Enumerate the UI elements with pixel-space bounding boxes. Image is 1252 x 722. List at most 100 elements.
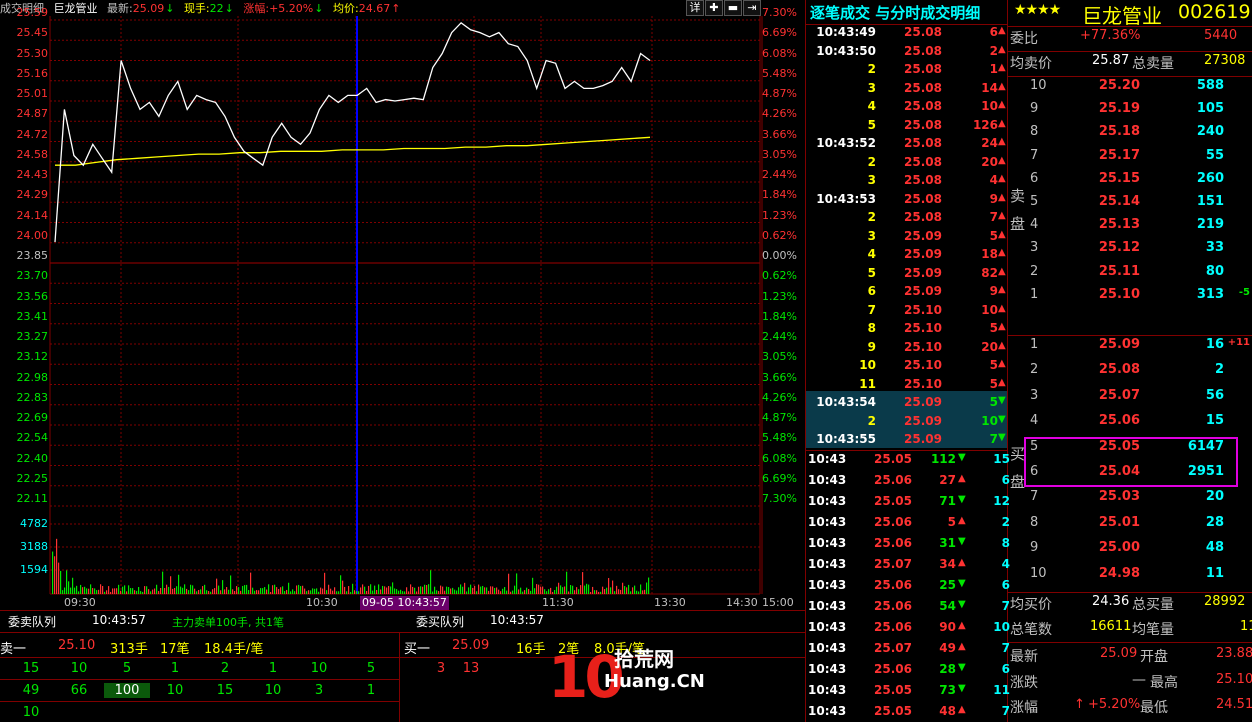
volume-bar [410, 584, 412, 594]
volume-bar [438, 591, 440, 594]
price-axis-label: 22.40 [16, 451, 49, 465]
pct-axis-label: 0.00% [762, 249, 797, 262]
order-volume: 2 [1214, 362, 1224, 378]
order-price: 25.11 [1098, 263, 1140, 279]
tick-row: 10:43:50 25.08 2 ▲ [806, 44, 1007, 62]
volume-bar [170, 576, 172, 594]
volume-bar [148, 589, 150, 594]
zoom-out-button[interactable]: ▬ [724, 0, 742, 16]
sell-order-row: 9 25.19 105 [1008, 101, 1252, 124]
volume-bar [532, 577, 534, 594]
sell-order-row: 1 25.10 313 -5 [1008, 287, 1252, 310]
minute-row: 10:43 25.06 90 ▲ 10 [806, 620, 1010, 641]
order-volume: 20 [1205, 489, 1224, 505]
volume-bar [638, 591, 640, 594]
volume-bar [254, 590, 256, 594]
volume-bar [514, 585, 516, 594]
sell-queue-cell: 15 [22, 661, 40, 676]
tick-time: 4 [867, 247, 876, 261]
avg-up-arrow-icon: ↑ [391, 2, 401, 15]
volume-bar [376, 590, 378, 594]
volume-bar [56, 538, 58, 594]
pct-axis-label: 7.30% [762, 6, 797, 19]
tick-row: 2 25.08 1 ▲ [806, 62, 1007, 80]
tick-time: 9 [867, 339, 876, 354]
volume-bar [286, 589, 288, 594]
volume-bar [394, 588, 396, 594]
intraday-chart-panel[interactable]: 成交明细 巨龙管业 最新:25.09↓ 现手:22↓ 涨幅:+5.20%↓ 均价… [0, 0, 805, 610]
order-price: 25.15 [1098, 170, 1140, 186]
tick-time: 6 [867, 284, 876, 298]
volume-bar [158, 591, 160, 594]
volume-bar [290, 591, 292, 594]
volume-bar [260, 588, 262, 594]
volume-bar [212, 589, 214, 594]
avg-price-line [55, 136, 651, 166]
volume-bar [308, 590, 310, 594]
cursor-time-label: 09-05 10:43:57 [360, 596, 449, 610]
down-arrow-icon: ▼ [958, 494, 966, 505]
up-arrow-icon: ▲ [958, 515, 966, 526]
minute-price: 25.06 [874, 662, 912, 676]
volume-bar [422, 586, 424, 594]
minute-count: 12 [993, 494, 1010, 508]
minute-price: 25.07 [874, 641, 912, 655]
volume-bar [196, 591, 198, 594]
volume-bar [396, 589, 398, 594]
tick-row: 10:43:52 25.08 24 ▲ [806, 136, 1007, 154]
minute-price: 25.06 [874, 473, 912, 487]
sell1-avg: 18.4手/笔 [204, 642, 264, 657]
zoom-in-button[interactable]: ✚ [705, 0, 723, 16]
volume-bar [348, 586, 350, 594]
volume-bar [476, 591, 478, 594]
volume-bar [380, 589, 382, 594]
change-quote-value: — [1132, 672, 1146, 688]
volume-bar [108, 586, 110, 594]
next-button[interactable]: ⇥ [743, 0, 761, 16]
volume-bar [284, 591, 286, 594]
intraday-chart-svg[interactable] [0, 16, 805, 610]
avg-sell-row: 均卖价 25.87 总卖量 27308 [1008, 53, 1252, 76]
minute-row: 10:43 25.05 73 ▼ 11 [806, 683, 1010, 704]
volume-bar [528, 589, 530, 594]
volume-axis-label: 3188 [20, 540, 48, 553]
volume-bar [460, 584, 462, 594]
tick-row: 10:43:49 25.08 6 ▲ [806, 25, 1007, 43]
sell1-price: 25.10 [58, 638, 96, 653]
volume-bar [138, 587, 140, 594]
volume-bar [546, 591, 548, 594]
chart-stock-name: 巨龙管业 [53, 2, 98, 15]
tick-volume: 5 [989, 376, 998, 391]
minute-price: 25.05 [874, 704, 912, 718]
volume-bar [264, 587, 266, 594]
volume-bar [80, 584, 82, 594]
time-axis-label: 09:30 [64, 596, 96, 609]
volume-bar [314, 588, 316, 594]
volume-bar [346, 591, 348, 594]
tick-volume: 5 [989, 358, 998, 372]
volume-bar [110, 591, 112, 594]
tick-price: 25.10 [904, 339, 942, 354]
tick-time: 7 [867, 302, 876, 317]
order-volume: 11 [1205, 565, 1224, 581]
volume-bar [572, 585, 574, 594]
tick-volume: 20 [981, 339, 998, 354]
highlighted-buy-orders-box [1024, 437, 1238, 487]
volume-bar [452, 587, 454, 594]
tick-volume: 4 [989, 173, 998, 187]
volume-bar [456, 590, 458, 594]
minute-volume: 49 [939, 641, 956, 655]
volume-bar [98, 589, 100, 594]
sell-queue-cell: 15 [216, 683, 234, 698]
detail-button[interactable]: 详 [686, 0, 704, 16]
skip-forward-icon: ⇥ [747, 1, 757, 14]
tick-volume: 126 [972, 117, 998, 132]
volume-bar [182, 587, 184, 594]
buy1-volume: 16手 [516, 642, 546, 657]
tick-volume: 5 [989, 228, 998, 243]
minute-time: 10:43 [808, 683, 847, 697]
volume-bar [266, 589, 268, 594]
sell-order-row: 3 25.12 33 [1008, 240, 1252, 263]
volume-bar [352, 583, 354, 594]
volume-bar [616, 585, 618, 594]
